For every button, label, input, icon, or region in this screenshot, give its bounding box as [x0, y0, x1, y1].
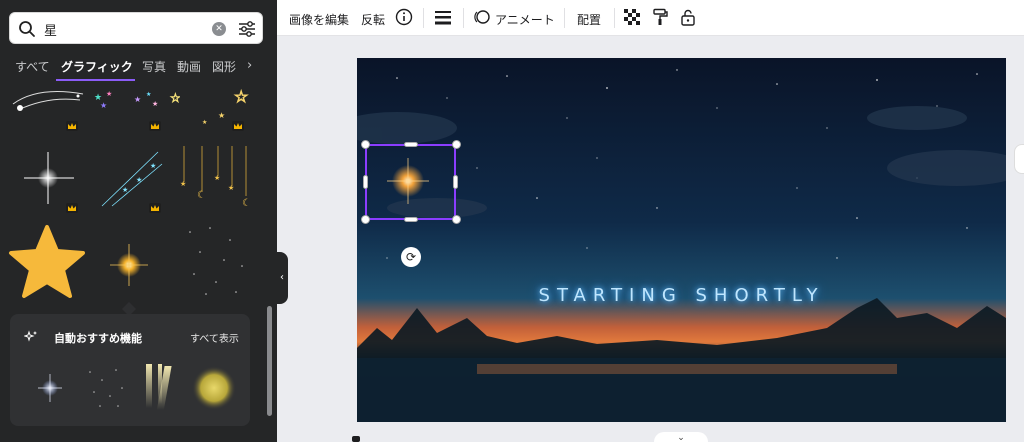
- transparency-icon[interactable]: [623, 8, 641, 26]
- recommend-thumb-light-beams[interactable]: [134, 358, 186, 414]
- recommend-thumb-dust[interactable]: [80, 358, 132, 414]
- lock-icon[interactable]: [679, 8, 697, 26]
- crown-icon: [149, 121, 161, 131]
- graphic-gold-sparkle[interactable]: [104, 240, 154, 290]
- svg-text:☆: ☆: [170, 91, 180, 105]
- crown-icon: [66, 121, 78, 131]
- selection-box[interactable]: [365, 144, 456, 220]
- svg-text:★: ★: [180, 180, 186, 188]
- lines-icon[interactable]: [434, 8, 452, 26]
- resize-handle-top-right[interactable]: [452, 140, 461, 149]
- position-button[interactable]: 配置: [577, 11, 601, 28]
- resize-handle-top-left[interactable]: [361, 140, 370, 149]
- svg-text:★: ★: [150, 162, 156, 170]
- toolbar-divider: [564, 8, 565, 28]
- recommend-thumb-glow[interactable]: [188, 358, 240, 414]
- flip-button[interactable]: 反転: [361, 11, 385, 28]
- svg-text:★: ★: [152, 100, 158, 108]
- svg-text:★: ★: [122, 186, 128, 194]
- crown-icon: [149, 203, 161, 213]
- graphic-outline-stars[interactable]: ☆ ★ ★: [196, 86, 256, 127]
- tab-graphics[interactable]: グラフィック: [61, 58, 133, 75]
- graphic-white-sparkle[interactable]: [20, 146, 80, 206]
- edit-image-button[interactable]: 画像を編集: [289, 11, 349, 28]
- info-icon[interactable]: [395, 8, 413, 26]
- svg-text:★: ★: [218, 111, 225, 120]
- graphic-colorful-stars[interactable]: ★ ★ ★ ★ ★ ★ ☆: [90, 86, 180, 118]
- category-tabs: すべて グラフィック 写真 動画 図形 ›: [0, 56, 277, 82]
- search-input[interactable]: 星: [44, 20, 57, 39]
- resize-handle-bottom-right[interactable]: [452, 215, 461, 224]
- collapse-panel-button[interactable]: ‹: [276, 252, 288, 304]
- svg-text:★: ★: [134, 95, 141, 104]
- clear-icon[interactable]: ✕: [212, 22, 226, 36]
- crown-icon: [66, 203, 78, 213]
- graphic-star-trail[interactable]: [8, 86, 88, 126]
- svg-text:★: ★: [100, 101, 107, 110]
- svg-text:★: ★: [106, 90, 112, 98]
- svg-text:★: ★: [136, 176, 142, 184]
- svg-text:☾: ☾: [197, 190, 206, 201]
- rotate-icon[interactable]: ⟳: [401, 247, 421, 267]
- paint-roller-icon[interactable]: [651, 8, 669, 26]
- tab-photos[interactable]: 写真: [142, 58, 166, 75]
- tab-videos[interactable]: 動画: [177, 58, 201, 75]
- animate-button[interactable]: アニメート: [495, 11, 555, 28]
- toolbar-divider: [423, 8, 424, 28]
- svg-text:★: ★: [146, 91, 151, 98]
- search-icon: [19, 21, 35, 37]
- graphic-hanging-moons[interactable]: ★ ☾ ★ ★ ☾: [172, 146, 258, 214]
- svg-text:☾: ☾: [242, 198, 251, 209]
- tab-shapes[interactable]: 図形: [212, 58, 236, 75]
- toolbar-divider: [463, 8, 464, 28]
- recommend-title: 自動おすすめ機能: [54, 332, 142, 345]
- recommend-thumb-sparkle[interactable]: [22, 358, 74, 414]
- svg-text:★: ★: [202, 119, 207, 126]
- chevron-down-icon[interactable]: ⌄: [654, 432, 708, 442]
- animate-icon[interactable]: [473, 8, 491, 26]
- right-panel-tab[interactable]: [1014, 144, 1024, 174]
- active-tab-indicator: [56, 79, 135, 81]
- graphic-yellow-star[interactable]: [8, 224, 86, 300]
- toolbar-divider: [614, 8, 615, 28]
- chevron-right-icon[interactable]: ›: [247, 58, 252, 73]
- side-panel: 星 ✕ すべて グラフィック 写真 動画 図形 › ★ ★ ★ ★ ★ ★ ☆: [0, 0, 277, 442]
- search-box[interactable]: 星 ✕: [9, 12, 263, 44]
- graphic-star-dust[interactable]: [180, 222, 250, 300]
- graphic-shooting-stars[interactable]: ★ ★ ★: [96, 146, 168, 210]
- filter-icon[interactable]: [238, 20, 256, 38]
- resize-handle-top[interactable]: [404, 142, 418, 147]
- panel-scrollbar[interactable]: [267, 306, 272, 416]
- recommend-card: 自動おすすめ機能 すべて表示: [10, 314, 250, 426]
- resize-handle-bottom-left[interactable]: [361, 215, 370, 224]
- sparkle-icon: [24, 330, 37, 342]
- crown-icon: [232, 121, 244, 131]
- svg-text:★: ★: [228, 184, 234, 192]
- show-all-link[interactable]: すべて表示: [190, 330, 239, 345]
- resize-handle-bottom[interactable]: [404, 217, 418, 222]
- resize-handle-right[interactable]: [453, 175, 458, 189]
- resize-handle-left[interactable]: [363, 175, 368, 189]
- top-toolbar: 画像を編集 反転 アニメート 配置: [277, 0, 1024, 36]
- page-marker: [352, 436, 360, 442]
- night-sky-background: [357, 58, 1006, 422]
- tab-all[interactable]: すべて: [15, 58, 50, 75]
- svg-text:☆: ☆: [234, 87, 248, 106]
- svg-text:★: ★: [214, 174, 220, 182]
- canvas-title-text[interactable]: STARTING SHORTLY: [357, 285, 1006, 306]
- design-canvas[interactable]: STARTING SHORTLY: [357, 58, 1006, 422]
